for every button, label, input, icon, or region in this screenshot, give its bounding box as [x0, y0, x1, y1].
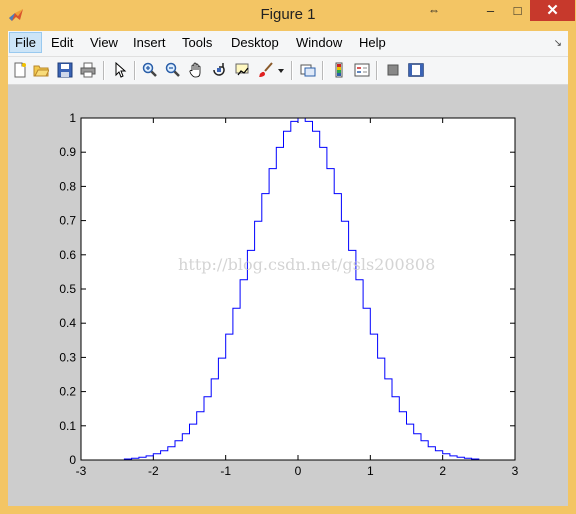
close-button[interactable]: ✕ [530, 0, 575, 21]
toolbar-separator [103, 61, 105, 80]
plot-area[interactable]: -3 -2 -1 0 1 2 300.10.20.30.40.50.60.70.80.91 … [8, 85, 568, 506]
y-tick-label: 0 [69, 453, 76, 467]
x-tick-label: 0 [295, 464, 302, 478]
menu-desktop[interactable]: Desktop [231, 35, 279, 50]
menu-view[interactable]: View [90, 35, 118, 50]
hide-plot-tools-icon[interactable] [384, 61, 402, 79]
pan-icon[interactable] [187, 61, 205, 79]
dock-toggle-button[interactable]: ⇔ [422, 0, 446, 21]
minimize-button[interactable]: – [477, 0, 504, 21]
y-tick-label: 0.3 [59, 350, 76, 364]
maximize-button[interactable]: □ [504, 0, 531, 21]
print-icon[interactable] [79, 61, 97, 79]
x-tick-label: -1 [220, 464, 231, 478]
link-plot-icon[interactable] [299, 61, 317, 79]
y-tick-label: 0.5 [59, 282, 76, 296]
brush-dropdown-icon[interactable] [276, 61, 286, 79]
save-icon[interactable] [56, 61, 74, 79]
menu-window[interactable]: Window [296, 35, 342, 50]
figure-canvas: -3 -2 -1 0 1 2 3 0 0.1 0.2 0.3 0.4 0.5 0.6 0.7 0.8 0.9 1 … [8, 85, 568, 506]
new-figure-icon[interactable] [11, 61, 29, 79]
toolbar-separator [291, 61, 293, 80]
y-tick-label: 0.8 [59, 179, 76, 193]
title-bar[interactable]: Figure 1 ⇔ – □ ✕ [0, 0, 576, 30]
axes-background [81, 118, 515, 460]
figure-window: Figure 1 ⇔ – □ ✕ File Edit View Insert T… [0, 0, 576, 514]
menu-insert[interactable]: Insert [133, 35, 166, 50]
show-plot-tools-icon[interactable] [407, 61, 425, 79]
menu-file[interactable]: File [9, 32, 42, 53]
menu-tools[interactable]: Tools [182, 35, 212, 50]
y-tick-label: 1 [69, 111, 76, 125]
legend-icon[interactable] [353, 61, 371, 79]
x-tick-label: 3 [512, 464, 519, 478]
zoom-out-icon[interactable] [164, 61, 182, 79]
y-tick-label: 0.9 [59, 145, 76, 159]
x-tick-label: -2 [148, 464, 159, 478]
data-cursor-icon[interactable] [233, 61, 251, 79]
menu-help[interactable]: Help [359, 35, 386, 50]
x-tick-label: 1 [367, 464, 374, 478]
open-file-icon[interactable] [32, 61, 50, 79]
undock-arrow-icon[interactable]: ↘ [554, 38, 562, 49]
toolbar-separator [322, 61, 324, 80]
y-tick-label: 0.2 [59, 385, 76, 399]
menu-bar: File Edit View Insert Tools Desktop Wind… [8, 31, 568, 57]
y-tick-label: 0.1 [59, 419, 76, 433]
toolbar-separator [134, 61, 136, 80]
pointer-icon[interactable] [111, 61, 129, 79]
y-tick-label: 0.4 [59, 316, 76, 330]
y-tick-label: 0.7 [59, 214, 76, 228]
menu-edit[interactable]: Edit [51, 35, 73, 50]
watermark-text: http://blog.csdn.net/gsls200808 [178, 255, 435, 274]
rotate-3d-icon[interactable] [210, 61, 228, 79]
x-tick-label: 2 [439, 464, 446, 478]
toolbar-separator [376, 61, 378, 80]
colorbar-icon[interactable] [330, 61, 348, 79]
figure-toolbar [8, 57, 568, 85]
zoom-in-icon[interactable] [141, 61, 159, 79]
brush-icon[interactable] [257, 61, 275, 79]
y-tick-label: 0.6 [59, 248, 76, 262]
x-tick-label: -3 [76, 464, 87, 478]
